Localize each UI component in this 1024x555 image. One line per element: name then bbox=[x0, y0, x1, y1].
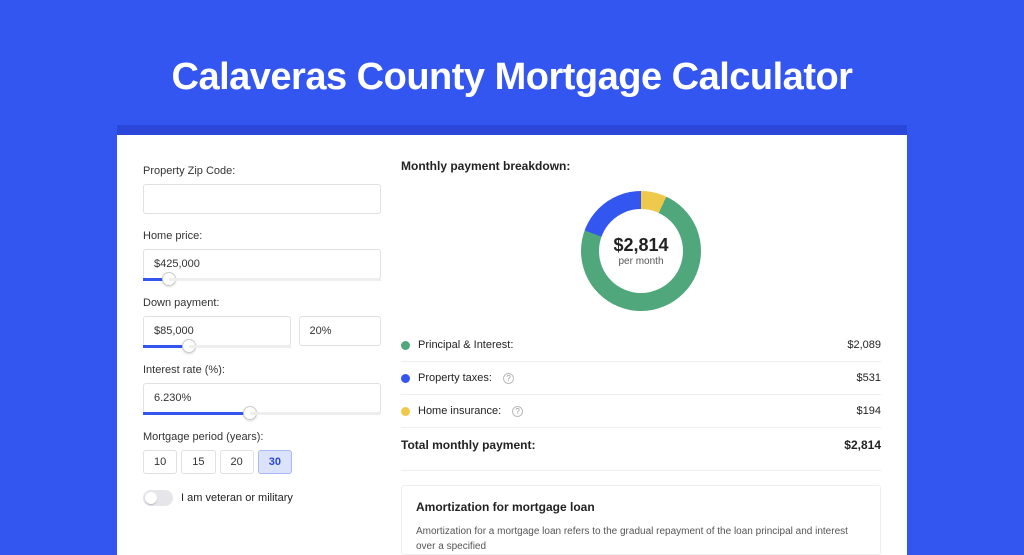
dot-icon bbox=[401, 374, 410, 383]
legend-row-taxes: Property taxes: ? $531 bbox=[401, 362, 881, 395]
calculator-card: Property Zip Code: Home price: Down paym… bbox=[117, 135, 907, 555]
label-mortgage-period: Mortgage period (years): bbox=[143, 431, 381, 443]
total-row: Total monthly payment: $2,814 bbox=[401, 428, 881, 471]
field-zip: Property Zip Code: bbox=[143, 165, 381, 214]
dot-icon bbox=[401, 407, 410, 416]
label-interest-rate: Interest rate (%): bbox=[143, 364, 381, 376]
label-veteran: I am veteran or military bbox=[181, 492, 293, 504]
legend-value: $194 bbox=[857, 405, 881, 417]
total-label: Total monthly payment: bbox=[401, 438, 535, 452]
legend-row-principal: Principal & Interest: $2,089 bbox=[401, 329, 881, 362]
legend-label: Principal & Interest: bbox=[418, 339, 513, 351]
input-down-payment-amount[interactable] bbox=[143, 316, 291, 346]
form-column: Property Zip Code: Home price: Down paym… bbox=[143, 159, 381, 555]
field-interest-rate: Interest rate (%): bbox=[143, 364, 381, 415]
legend-value: $531 bbox=[857, 372, 881, 384]
legend-value: $2,089 bbox=[847, 339, 881, 351]
donut-sub: per month bbox=[613, 256, 668, 267]
input-down-payment-pct[interactable] bbox=[299, 316, 381, 346]
page-title: Calaveras County Mortgage Calculator bbox=[0, 0, 1024, 125]
input-interest-rate[interactable] bbox=[143, 383, 381, 413]
label-home-price: Home price: bbox=[143, 230, 381, 242]
segmented-period: 10 15 20 30 bbox=[143, 450, 381, 474]
donut-chart-wrap: $2,814 per month bbox=[401, 191, 881, 311]
amortization-card: Amortization for mortgage loan Amortizat… bbox=[401, 485, 881, 555]
period-option-30[interactable]: 30 bbox=[258, 450, 292, 474]
label-zip: Property Zip Code: bbox=[143, 165, 381, 177]
total-value: $2,814 bbox=[844, 438, 881, 452]
input-home-price[interactable] bbox=[143, 249, 381, 279]
calculator-panel: Property Zip Code: Home price: Down paym… bbox=[117, 125, 907, 555]
slider-interest-rate[interactable] bbox=[143, 412, 381, 415]
slider-handle-down-payment[interactable] bbox=[182, 339, 196, 353]
donut-amount: $2,814 bbox=[613, 235, 668, 256]
period-option-10[interactable]: 10 bbox=[143, 450, 177, 474]
slider-handle-interest-rate[interactable] bbox=[243, 406, 257, 420]
breakdown-heading: Monthly payment breakdown: bbox=[401, 159, 881, 173]
info-icon[interactable]: ? bbox=[512, 406, 523, 417]
period-option-20[interactable]: 20 bbox=[220, 450, 254, 474]
period-option-15[interactable]: 15 bbox=[181, 450, 215, 474]
field-down-payment: Down payment: bbox=[143, 297, 381, 348]
field-mortgage-period: Mortgage period (years): 10 15 20 30 bbox=[143, 431, 381, 474]
legend-row-insurance: Home insurance: ? $194 bbox=[401, 395, 881, 428]
slider-handle-home-price[interactable] bbox=[162, 272, 176, 286]
legend-label: Property taxes: bbox=[418, 372, 492, 384]
donut-chart: $2,814 per month bbox=[581, 191, 701, 311]
breakdown-column: Monthly payment breakdown: $2,814 per mo… bbox=[401, 159, 881, 555]
slider-down-payment[interactable] bbox=[143, 345, 291, 348]
toggle-veteran[interactable] bbox=[143, 490, 173, 506]
info-icon[interactable]: ? bbox=[503, 373, 514, 384]
field-home-price: Home price: bbox=[143, 230, 381, 281]
input-zip[interactable] bbox=[143, 184, 381, 214]
donut-center: $2,814 per month bbox=[613, 235, 668, 267]
slider-home-price[interactable] bbox=[143, 278, 381, 281]
dot-icon bbox=[401, 341, 410, 350]
legend-label: Home insurance: bbox=[418, 405, 501, 417]
amortization-body: Amortization for a mortgage loan refers … bbox=[416, 524, 866, 554]
field-veteran: I am veteran or military bbox=[143, 490, 381, 506]
label-down-payment: Down payment: bbox=[143, 297, 381, 309]
